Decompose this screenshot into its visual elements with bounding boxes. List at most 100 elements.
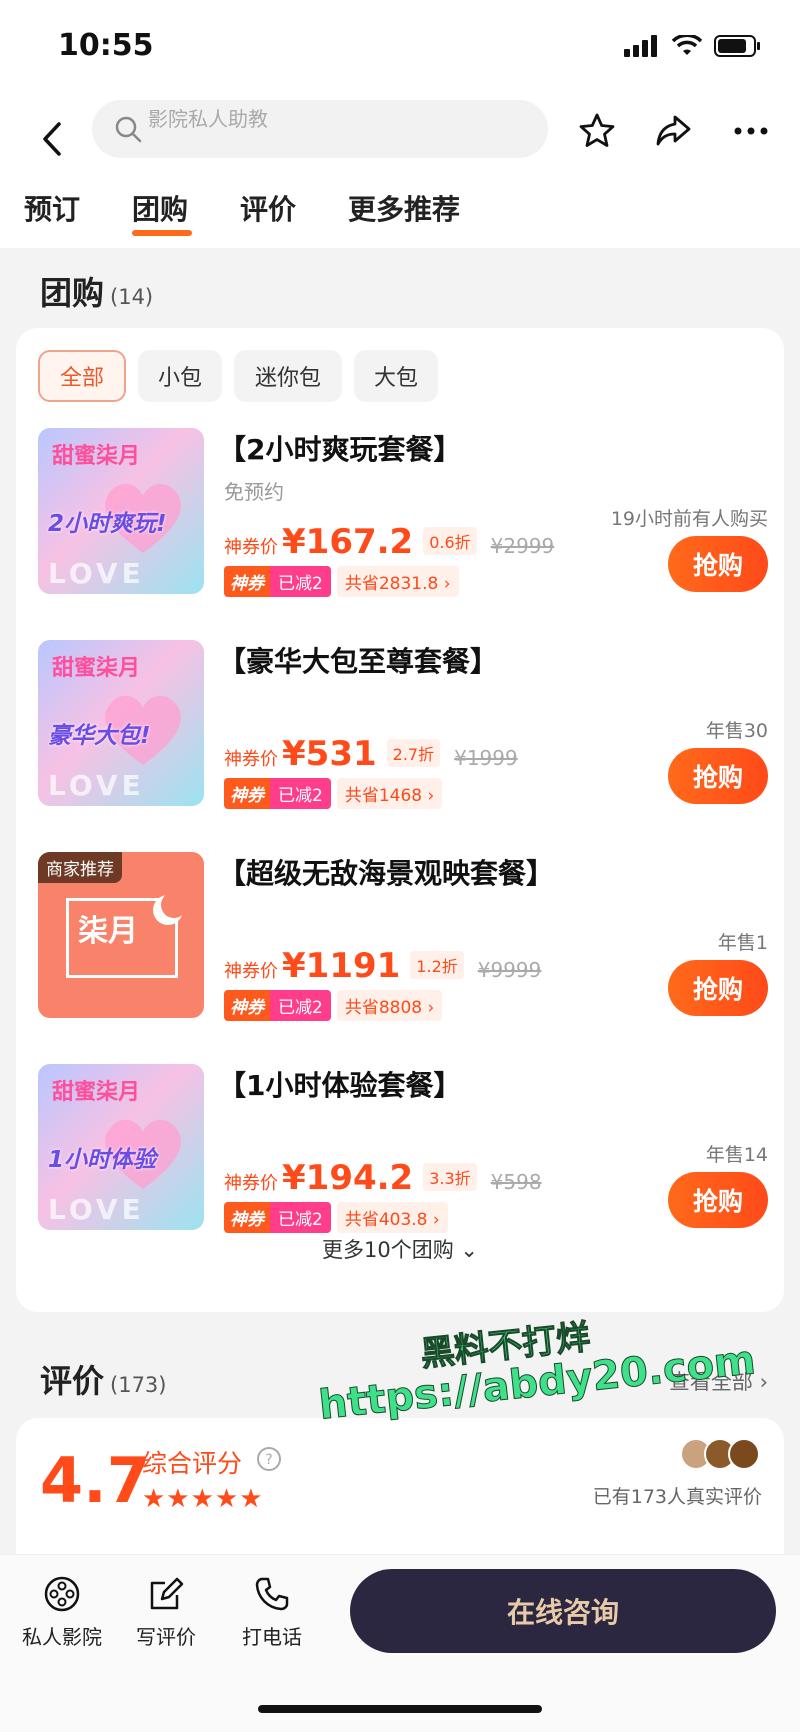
original-price: ¥2999 xyxy=(490,534,555,558)
active-tab-indicator xyxy=(132,230,192,236)
deal-sales: 年售1 xyxy=(717,932,768,954)
promo-tag: 神券 xyxy=(224,777,270,809)
page: 10:55 影院私人助教 预订 团购 评价 更多推荐 团购 (14) 全部 小包… xyxy=(0,0,800,1732)
search-icon xyxy=(115,116,142,143)
deal-price-row: 神券价 ¥167.2 0.6折 ¥2999 xyxy=(224,522,554,562)
promo-save: 已减2 xyxy=(270,1201,331,1233)
call-button[interactable]: 打电话 xyxy=(224,1575,320,1650)
promo-total-savings[interactable]: 共省1468 › xyxy=(336,777,443,809)
filter-all[interactable]: 全部 xyxy=(38,350,126,402)
original-price: ¥9999 xyxy=(477,958,542,982)
reviewer-avatars xyxy=(680,1438,760,1470)
discount-badge: 1.2折 xyxy=(410,951,464,979)
filter-mini-room[interactable]: 迷你包 xyxy=(234,350,342,402)
score-label: 综合评分 xyxy=(142,1449,243,1478)
tab-group-buy[interactable]: 团购 xyxy=(132,188,188,228)
overall-score: 4.7 xyxy=(40,1444,150,1517)
favorite-button[interactable] xyxy=(572,106,622,156)
image-brand-text: 甜蜜柒月 xyxy=(52,444,141,469)
promo-save: 已减2 xyxy=(270,777,331,809)
deal-title: 【1小时体验套餐】 xyxy=(218,1069,462,1102)
deal-price: ¥194.2 xyxy=(282,1158,414,1198)
promo-tag: 神券 xyxy=(224,989,270,1021)
deal-item[interactable]: 商家推荐 柒月 【超级无敌海景观映套餐】 神券价 ¥1191 1.2折 ¥999… xyxy=(38,852,768,1022)
deal-title: 【2小时爽玩套餐】 xyxy=(218,433,462,466)
deal-sales: 19小时前有人购买 xyxy=(610,508,768,530)
deal-price: ¥531 xyxy=(282,734,377,774)
promo-save: 已减2 xyxy=(270,565,331,597)
wifi-icon xyxy=(672,35,702,55)
private-cinema-button[interactable]: 私人影院 xyxy=(14,1575,110,1650)
moon-icon xyxy=(153,892,186,925)
share-icon xyxy=(656,115,691,146)
deal-item[interactable]: 甜蜜柒月 2小时爽玩! LOVE 【2小时爽玩套餐】 免预约 神券价 ¥167.… xyxy=(38,428,768,598)
star-outline-icon xyxy=(579,113,615,147)
search-placeholder: 影院私人助教 xyxy=(148,107,268,131)
deal-subtitle: 免预约 xyxy=(224,480,284,504)
price-label: 神券价 xyxy=(224,1173,278,1194)
more-button[interactable] xyxy=(726,106,776,156)
more-deals-link[interactable]: 更多10个团购 ⌄ xyxy=(16,1234,784,1264)
buy-button[interactable]: 抢购 xyxy=(668,748,768,804)
buy-button[interactable]: 抢购 xyxy=(668,536,768,592)
price-label: 神券价 xyxy=(224,749,278,770)
buy-button[interactable]: 抢购 xyxy=(668,1172,768,1228)
image-brand-text: 甜蜜柒月 xyxy=(52,656,141,681)
reviews-heading: 评价 (173) xyxy=(40,1356,166,1402)
help-icon[interactable]: ? xyxy=(256,1446,282,1472)
signal-icon xyxy=(624,35,657,57)
deal-price: ¥167.2 xyxy=(282,522,414,562)
chevron-left-icon xyxy=(43,122,61,156)
promo-total-savings[interactable]: 共省2831.8 › xyxy=(336,565,459,597)
promo-row: 神券 已减2 共省8808 › xyxy=(224,989,443,1021)
edit-icon xyxy=(150,1577,184,1610)
merchant-recommend-badge: 商家推荐 xyxy=(38,852,122,883)
deal-title: 【豪华大包至尊套餐】 xyxy=(218,645,499,678)
online-consult-button[interactable]: 在线咨询 xyxy=(350,1569,776,1653)
original-price: ¥1999 xyxy=(454,746,518,770)
promo-row: 神券 已减2 共省2831.8 › xyxy=(224,565,459,597)
image-love-text: LOVE xyxy=(48,769,145,802)
deal-image: 甜蜜柒月 1小时体验 LOVE xyxy=(38,1064,204,1230)
group-buy-heading: 团购 (14) xyxy=(40,268,153,314)
filter-large-room[interactable]: 大包 xyxy=(354,350,438,402)
back-button[interactable] xyxy=(30,114,74,164)
status-time: 10:55 xyxy=(58,28,154,63)
buy-button[interactable]: 抢购 xyxy=(668,960,768,1016)
price-label: 神券价 xyxy=(224,961,278,982)
reviews-count: (173) xyxy=(110,1373,167,1397)
home-indicator xyxy=(258,1705,542,1713)
write-review-button[interactable]: 写评价 xyxy=(118,1575,214,1650)
discount-badge: 3.3折 xyxy=(423,1163,477,1191)
group-buy-title: 团购 xyxy=(40,274,105,312)
deal-sales: 年售14 xyxy=(705,1144,768,1166)
deal-item[interactable]: 甜蜜柒月 豪华大包! LOVE 【豪华大包至尊套餐】 神券价 ¥531 2.7折… xyxy=(38,640,768,810)
image-tag-text: 2小时爽玩! xyxy=(48,511,167,537)
battery-icon xyxy=(714,35,760,57)
search-input[interactable]: 影院私人助教 xyxy=(92,100,548,158)
deal-image: 商家推荐 柒月 xyxy=(38,852,204,1018)
status-icons xyxy=(624,34,762,58)
share-button[interactable] xyxy=(648,106,698,156)
deal-item[interactable]: 甜蜜柒月 1小时体验 LOVE 【1小时体验套餐】 神券价 ¥194.2 3.3… xyxy=(38,1064,768,1234)
promo-tag: 神券 xyxy=(224,1201,270,1233)
promo-row: 神券 已减2 共省1468 › xyxy=(224,777,443,809)
promo-row: 神券 已减2 共省403.8 › xyxy=(224,1201,448,1233)
promo-total-savings[interactable]: 共省8808 › xyxy=(336,989,443,1021)
group-buy-count: (14) xyxy=(110,285,154,309)
filter-small-room[interactable]: 小包 xyxy=(138,350,222,402)
image-tag-text: 1小时体验 xyxy=(48,1147,157,1173)
image-love-text: LOVE xyxy=(48,1193,145,1226)
tab-more-recommend[interactable]: 更多推荐 xyxy=(348,188,460,228)
deal-sales: 年售30 xyxy=(705,720,768,742)
status-bar: 10:55 xyxy=(0,0,800,96)
price-label: 神券价 xyxy=(224,537,278,558)
image-brand-text: 甜蜜柒月 xyxy=(52,1080,141,1105)
bottom-action-bar: 私人影院 写评价 打电话 在线咨询 xyxy=(0,1554,800,1732)
review-count-text: 已有173人真实评价 xyxy=(592,1486,762,1508)
tab-reviews[interactable]: 评价 xyxy=(240,188,296,228)
promo-total-savings[interactable]: 共省403.8 › xyxy=(336,1201,448,1233)
promo-save: 已减2 xyxy=(270,989,331,1021)
tab-bar: 预订 团购 评价 更多推荐 xyxy=(0,188,800,248)
tab-booking[interactable]: 预订 xyxy=(24,188,80,228)
